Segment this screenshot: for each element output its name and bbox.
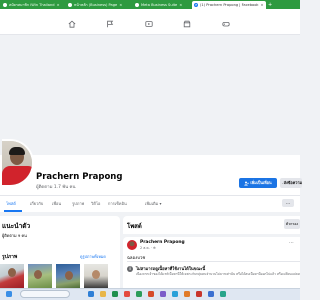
- home-icon[interactable]: [65, 17, 79, 31]
- intro-followers: ผู้ติดตาม 9 คน: [2, 233, 27, 238]
- start-icon[interactable]: [6, 291, 12, 297]
- post-divider: [127, 261, 300, 262]
- tab-videos[interactable]: วิดีโอ: [91, 200, 100, 207]
- store-icon[interactable]: [112, 291, 118, 297]
- browser-tab-active[interactable]: (1) Prachern Prapong | Facebook ×: [192, 1, 266, 9]
- app-icon[interactable]: [124, 291, 130, 297]
- message-button[interactable]: ส่งข้อความ: [280, 178, 302, 188]
- post-author-avatar[interactable]: [127, 240, 137, 250]
- file-explorer-icon[interactable]: [100, 291, 106, 297]
- chrome-icon[interactable]: [136, 291, 142, 297]
- app-icon[interactable]: [160, 291, 166, 297]
- tab-friends[interactable]: เพื่อน: [52, 200, 61, 207]
- see-all-photos-link[interactable]: ดูรูปภาพทั้งหมด: [80, 254, 106, 260]
- browser-tab[interactable]: Meta Business Suite ×: [133, 1, 191, 9]
- profile-avatar[interactable]: [2, 139, 34, 187]
- post-text: ฉลองบวช: [127, 256, 146, 261]
- flag-icon[interactable]: [103, 17, 117, 31]
- tab-favicon-icon: [3, 3, 7, 7]
- add-friend-label: เพิ่มเป็นเพื่อน: [250, 180, 272, 185]
- notice-title: ไม่สามารถดูเนื้อหาที่ใช้งานได้ในขณะนี้: [136, 266, 206, 271]
- cover-photo-area: [0, 35, 300, 155]
- profile-name: Prachern Prapong: [36, 172, 123, 182]
- tab-photos[interactable]: รูปภาพ: [72, 200, 84, 207]
- messenger-icon: [282, 182, 283, 184]
- gaming-icon[interactable]: [219, 17, 233, 31]
- video-icon[interactable]: [142, 17, 156, 31]
- tab-about[interactable]: เกี่ยวกับ: [30, 200, 43, 207]
- tab-title: Meta Business Suite: [141, 3, 178, 7]
- app-icon[interactable]: [196, 291, 202, 297]
- facebook-nav: [0, 17, 300, 31]
- tab-close-icon[interactable]: ×: [179, 3, 182, 7]
- marketplace-icon[interactable]: [180, 17, 194, 31]
- tab-favicon-icon: [68, 3, 72, 7]
- tab-title: (1) Prachern Prapong | Facebook: [200, 3, 259, 7]
- photos-title: รูปภาพ: [2, 254, 18, 260]
- tab-posts[interactable]: โพสต์: [6, 200, 16, 207]
- browser-tab[interactable]: หน้าหลัก (Business) Page ×: [66, 1, 132, 9]
- photo-thumbnail[interactable]: [0, 264, 24, 288]
- active-tab-indicator: [4, 210, 22, 212]
- app-icon[interactable]: [172, 291, 178, 297]
- post-options-icon[interactable]: ···: [289, 240, 294, 246]
- browser-tab[interactable]: สมัครสมาชิก iWin Thailand ×: [1, 1, 65, 9]
- new-tab-button[interactable]: +: [268, 1, 272, 9]
- info-icon: i: [127, 266, 133, 272]
- profile-tabs: โพสต์ เกี่ยวกับ เพื่อน รูปภาพ วิดีโอ การ…: [0, 196, 300, 212]
- tab-close-icon[interactable]: ×: [261, 3, 264, 7]
- filter-button[interactable]: ตัวกรอง: [284, 219, 300, 229]
- browser-tab-strip: สมัครสมาชิก iWin Thailand × หน้าหลัก (Bu…: [0, 0, 300, 9]
- task-view-icon[interactable]: [88, 291, 94, 297]
- tab-title: สมัครสมาชิก iWin Thailand: [9, 3, 55, 7]
- app-icon[interactable]: [184, 291, 190, 297]
- tab-checkins[interactable]: การเช็คอิน: [108, 200, 127, 207]
- facebook-favicon-icon: [194, 3, 198, 7]
- post-timestamp[interactable]: 2 ส.ค. · ⊕: [140, 246, 156, 251]
- follower-count[interactable]: ผู้ติดตาม 1.7 พัน คน: [36, 183, 76, 190]
- taskbar-search-box[interactable]: [20, 290, 70, 298]
- intro-title: แนะนำตัว: [2, 222, 31, 230]
- tab-title: หน้าหลัก (Business) Page: [74, 3, 118, 7]
- tab-close-icon[interactable]: ×: [57, 3, 60, 7]
- app-icon[interactable]: [148, 291, 154, 297]
- photo-thumbnail[interactable]: [84, 264, 108, 288]
- posts-title: โพสต์: [127, 223, 142, 230]
- message-label: ส่งข้อความ: [283, 180, 302, 185]
- add-friend-button[interactable]: เพิ่มเป็นเพื่อน: [239, 178, 277, 188]
- app-icon[interactable]: [208, 291, 214, 297]
- notice-body: เนื่องจากเจ้าของได้แชร์เนื้อหานี้ให้เฉพา…: [136, 272, 300, 276]
- tab-more[interactable]: เพิ่มเติม ▾: [145, 200, 162, 207]
- add-friend-icon: [244, 181, 250, 185]
- photo-thumbnail[interactable]: [28, 264, 52, 288]
- content-unavailable-notice: i ไม่สามารถดูเนื้อหาที่ใช้งานได้ในขณะนี้…: [127, 264, 300, 286]
- tab-close-icon[interactable]: ×: [119, 3, 122, 7]
- tab-favicon-icon: [135, 3, 139, 7]
- post-author-name[interactable]: Prachern Prapong: [140, 240, 185, 245]
- profile-more-button[interactable]: ···: [282, 199, 294, 207]
- app-icon[interactable]: [220, 291, 226, 297]
- posts-header-card: [123, 216, 300, 234]
- photo-thumbnail[interactable]: [56, 264, 80, 288]
